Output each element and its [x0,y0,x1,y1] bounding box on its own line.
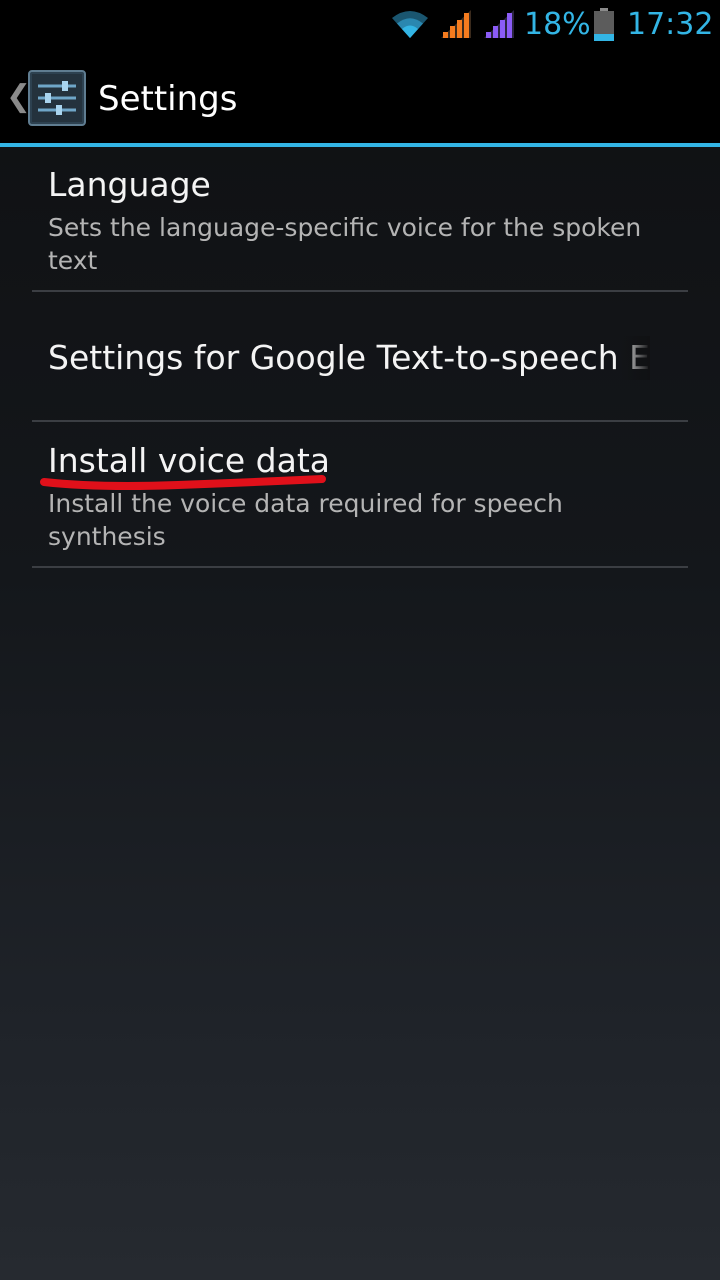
signal-icon [441,10,471,38]
battery-icon [594,8,614,41]
status-bar: 18% 17:32 [0,0,720,50]
pref-language[interactable]: Language Sets the language-specific voic… [0,147,720,291]
pref-title: Language [48,165,211,204]
list-divider [32,566,688,568]
wifi-icon [392,11,428,38]
page-title: Settings [98,79,238,119]
pref-install-voice-data[interactable]: Install voice data Install the voice dat… [0,422,720,566]
signal-icon [484,10,514,38]
red-underline-annotation [40,475,326,490]
clock: 17:32 [627,7,714,42]
battery-percent: 18% [524,7,591,42]
settings-sliders-icon[interactable] [28,70,86,126]
text-fade [620,336,650,380]
pref-tts-engine-settings[interactable]: Settings for Google Text-to-speech Engin… [0,292,720,420]
pref-summary: Sets the language-specific voice for the… [48,213,642,275]
pref-title: Settings for Google Text-to-speech Engin… [48,338,652,377]
pref-summary: Install the voice data required for spee… [48,489,563,551]
action-bar: ❮ Settings [0,50,720,144]
